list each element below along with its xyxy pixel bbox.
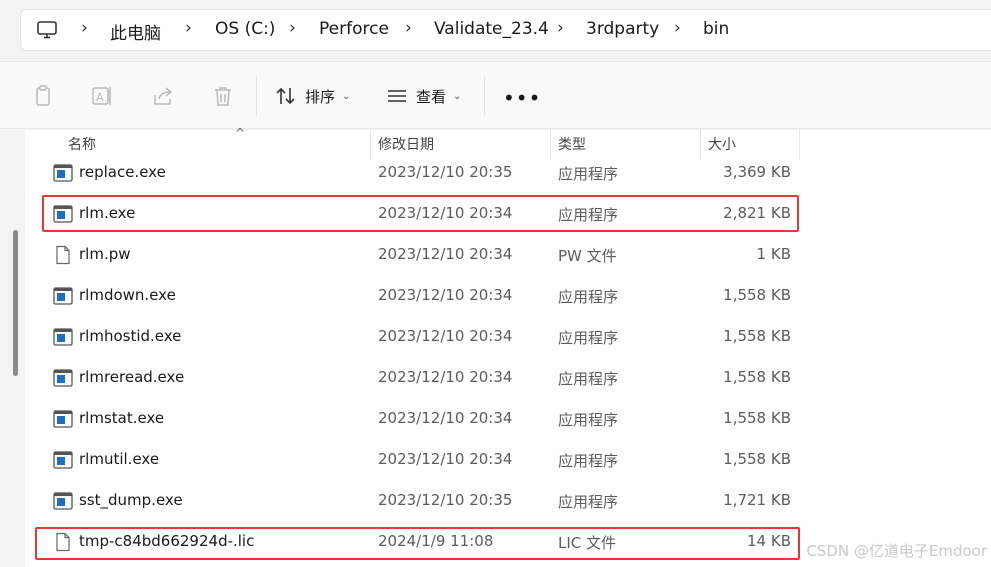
file-type: 应用程序 [558, 411, 619, 429]
file-name: rlm.pw [79, 245, 131, 263]
file-size: 1,558 KB [723, 450, 791, 468]
exe-icon [53, 287, 73, 305]
file-date: 2023/12/10 20:34 [378, 245, 513, 263]
more-options-button[interactable]: ••• [503, 86, 541, 110]
file-date: 2023/12/10 20:35 [378, 163, 513, 181]
file-name: sst_dump.exe [79, 491, 183, 509]
file-date: 2023/12/10 20:34 [378, 450, 513, 468]
breadcrumb-item-os-c[interactable]: OS (C:) [215, 19, 275, 39]
file-name: rlmdown.exe [79, 286, 176, 304]
toolbar-divider [484, 76, 485, 116]
file-size: 14 KB [747, 532, 791, 550]
exe-icon [53, 205, 73, 223]
file-size: 3,369 KB [723, 163, 791, 181]
chevron-right-icon[interactable]: › [289, 18, 296, 38]
scrollbar-thumb[interactable] [13, 230, 18, 376]
file-date: 2023/12/10 20:35 [378, 491, 513, 509]
exe-icon [53, 451, 73, 469]
exe-icon [53, 492, 73, 510]
exe-icon [53, 328, 73, 346]
file-name: tmp-c84bd662924d-.lic [79, 532, 255, 550]
file-size: 1,721 KB [723, 491, 791, 509]
chevron-right-icon[interactable]: › [557, 18, 564, 38]
file-type: PW 文件 [558, 247, 617, 265]
file-name: rlmutil.exe [79, 450, 160, 468]
file-type: LIC 文件 [558, 534, 617, 552]
chevron-right-icon[interactable]: › [81, 18, 88, 38]
file-date: 2023/12/10 20:34 [378, 286, 513, 304]
file-name: rlmreread.exe [79, 368, 185, 386]
file-type: 应用程序 [558, 493, 619, 511]
file-row[interactable]: rlmhostid.exe 2023/12/10 20:34 应用程序 1,558 K… [25, 317, 800, 358]
file-size: 1 KB [756, 245, 791, 263]
file-row[interactable]: rlmstat.exe 2023/12/10 20:34 应用程序 1,558 KB [25, 399, 800, 440]
address-bar: › 此电脑 › OS (C:) › Perforce › Validate_23… [0, 0, 991, 60]
svg-text:A: A [96, 91, 104, 104]
view-icon [388, 90, 406, 102]
file-type: 应用程序 [558, 288, 619, 306]
computer-icon[interactable] [37, 21, 57, 39]
file-type: 应用程序 [558, 452, 619, 470]
command-bar: A 排序 ⌄ 查看 ⌄ [0, 61, 991, 129]
sort-icon [276, 87, 295, 105]
exe-icon [53, 164, 73, 182]
file-type: 应用程序 [558, 329, 619, 347]
sort-ascending-icon: ^ [235, 126, 246, 140]
sort-label: 排序 [305, 87, 336, 106]
delete-icon[interactable] [212, 85, 234, 107]
sort-button[interactable]: 排序 ⌄ [275, 82, 350, 110]
file-row[interactable]: rlmdown.exe 2023/12/10 20:34 应用程序 1,558 KB [25, 276, 800, 317]
file-size: 2,821 KB [723, 204, 791, 222]
file-date: 2023/12/10 20:34 [378, 368, 513, 386]
exe-icon [53, 369, 73, 387]
file-icon [56, 245, 70, 265]
file-name: rlmhostid.exe [79, 327, 182, 345]
breadcrumb[interactable]: › 此电脑 › OS (C:) › Perforce › Validate_23… [20, 9, 991, 51]
view-label: 查看 [416, 87, 447, 106]
breadcrumb-item-validate[interactable]: Validate_23.4 [434, 19, 549, 39]
file-row[interactable]: rlmutil.exe 2023/12/10 20:34 应用程序 1,558 KB [25, 440, 800, 481]
breadcrumb-item-3rdparty[interactable]: 3rdparty [586, 19, 659, 39]
file-list: ^ 名称 修改日期 类型 大小 replace.exe 2023/12/10 20… [0, 126, 991, 567]
view-button[interactable]: 查看 ⌄ [386, 82, 461, 110]
rename-icon[interactable]: A [91, 85, 113, 107]
file-icon [56, 532, 70, 552]
file-size: 1,558 KB [723, 286, 791, 304]
file-name: rlmstat.exe [79, 409, 165, 427]
file-date: 2024/1/9 11:08 [378, 532, 494, 550]
file-size: 1,558 KB [723, 409, 791, 427]
chevron-right-icon[interactable]: › [405, 18, 412, 38]
breadcrumb-item-this-pc[interactable]: 此电脑 [110, 19, 161, 44]
toolbar-divider [256, 76, 257, 116]
file-date: 2023/12/10 20:34 [378, 327, 513, 345]
chevron-down-icon: ⌄ [453, 90, 462, 102]
breadcrumb-item-perforce[interactable]: Perforce [319, 19, 389, 39]
exe-icon [53, 410, 73, 428]
file-date: 2023/12/10 20:34 [378, 204, 513, 222]
chevron-right-icon[interactable]: › [674, 18, 681, 38]
file-row[interactable]: rlm.exe 2023/12/10 20:34 应用程序 2,821 KB [25, 194, 800, 235]
file-row[interactable]: rlmreread.exe 2023/12/10 20:34 应用程序 1,558 K… [25, 358, 800, 399]
watermark: CSDN @亿道电子Emdoor [806, 542, 987, 560]
file-type: 应用程序 [558, 206, 619, 224]
file-date: 2023/12/10 20:34 [378, 409, 513, 427]
file-name: replace.exe [79, 163, 166, 181]
chevron-down-icon: ⌄ [342, 90, 351, 102]
file-type: 应用程序 [558, 370, 619, 388]
breadcrumb-item-bin[interactable]: bin [703, 19, 729, 39]
file-row[interactable]: sst_dump.exe 2023/12/10 20:35 应用程序 1,721 KB [25, 481, 800, 522]
file-row[interactable]: tmp-c84bd662924d-.lic 2024/1/9 11:08 LIC 文… [25, 522, 800, 563]
chevron-right-icon[interactable]: › [185, 18, 192, 38]
file-name: rlm.exe [79, 204, 136, 222]
file-size: 1,558 KB [723, 327, 791, 345]
file-row[interactable]: replace.exe 2023/12/10 20:35 应用程序 3,369 KB [25, 153, 800, 194]
copy-icon[interactable] [32, 85, 54, 107]
file-type: 应用程序 [558, 165, 619, 183]
share-icon[interactable] [152, 85, 174, 107]
file-size: 1,558 KB [723, 368, 791, 386]
scrollbar-track[interactable] [0, 130, 25, 567]
file-row[interactable]: rlm.pw 2023/12/10 20:34 PW 文件 1 KB [25, 235, 800, 276]
